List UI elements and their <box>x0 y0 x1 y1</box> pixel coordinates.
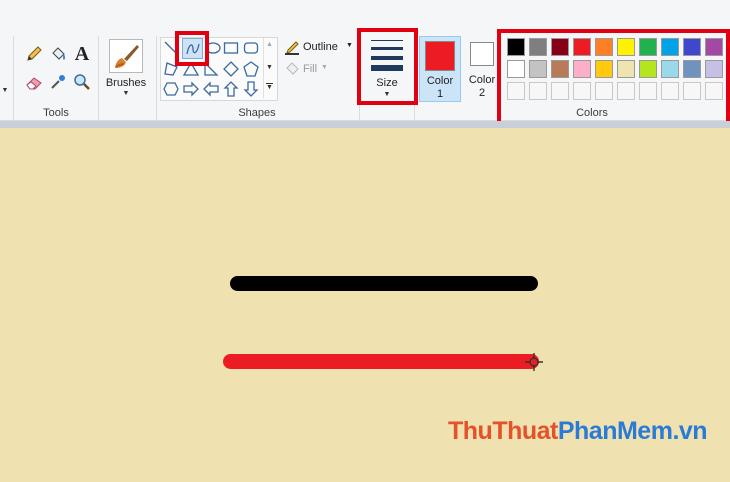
left-arrow-shape-icon[interactable] <box>202 80 220 98</box>
crosshair-cursor-icon <box>524 352 544 372</box>
color1-swatch <box>425 41 455 71</box>
canvas-top-strip <box>0 121 730 128</box>
ribbon: ▼ A Tools Brushes ▼ ▲ ▼ ▼ Outline ▼ Fill… <box>0 0 730 126</box>
watermark: ThuThuatPhanMem.vn <box>448 417 708 446</box>
color1-number: 1 <box>436 88 444 100</box>
highlight-curve <box>175 31 209 66</box>
outline-icon <box>283 39 301 57</box>
scroll-up-icon[interactable]: ▲ <box>266 41 273 48</box>
gallery-scrollbar[interactable]: ▲ ▼ ▼ <box>263 38 276 98</box>
color2-label: Color <box>468 74 496 86</box>
rounded-rectangle-shape-icon[interactable] <box>242 39 260 57</box>
chevron-down-icon: ▼ <box>346 42 353 49</box>
highlight-size <box>357 28 418 105</box>
chevron-down-icon: ▼ <box>122 90 130 97</box>
separator <box>156 36 157 120</box>
highlight-colors <box>497 29 730 126</box>
watermark-part2: PhanMem <box>557 417 673 445</box>
scroll-down-icon[interactable]: ▼ <box>266 64 273 71</box>
black-line-stroke <box>230 276 538 291</box>
text-icon[interactable]: A <box>72 43 92 65</box>
fill-icon <box>283 60 301 78</box>
right-arrow-shape-icon[interactable] <box>182 80 200 98</box>
up-arrow-shape-icon[interactable] <box>222 80 240 98</box>
shapes-group-label: Shapes <box>238 107 276 119</box>
color-picker-icon[interactable] <box>48 72 68 92</box>
color1-button[interactable]: Color 1 <box>419 36 461 102</box>
color2-button[interactable]: Color 2 <box>462 36 502 102</box>
separator <box>13 36 14 120</box>
pencil-icon[interactable] <box>24 44 44 64</box>
chevron-down-icon: ▼ <box>321 64 328 71</box>
red-line-stroke <box>223 354 539 369</box>
hexagon-shape-icon[interactable] <box>162 80 180 98</box>
fill-bucket-icon[interactable] <box>48 44 68 64</box>
outline-button[interactable]: Outline <box>303 41 338 53</box>
tools-group-label: Tools <box>43 107 69 119</box>
drawing-canvas[interactable]: ThuThuatPhanMem.vn <box>0 128 730 482</box>
color2-number: 2 <box>478 87 486 99</box>
rectangle-shape-icon[interactable] <box>222 39 240 57</box>
color1-label: Color <box>426 75 454 87</box>
brushes-label: Brushes <box>105 77 147 89</box>
color2-swatch <box>470 42 494 66</box>
watermark-part3: .vn <box>672 417 708 445</box>
magnifier-icon[interactable] <box>72 72 92 92</box>
fill-button[interactable]: Fill <box>303 63 317 75</box>
watermark-part1: ThuThuat <box>448 417 558 445</box>
down-arrow-shape-icon[interactable] <box>242 80 260 98</box>
diamond-shape-icon[interactable] <box>222 60 240 78</box>
separator <box>98 36 99 120</box>
eraser-icon[interactable] <box>24 72 44 92</box>
pentagon-shape-icon[interactable] <box>242 60 260 78</box>
brush-icon <box>109 39 143 73</box>
brushes-button[interactable]: Brushes ▼ <box>104 38 148 98</box>
gallery-expand-icon[interactable]: ▼ <box>266 83 273 92</box>
chevron-down-icon[interactable]: ▼ <box>1 86 9 94</box>
